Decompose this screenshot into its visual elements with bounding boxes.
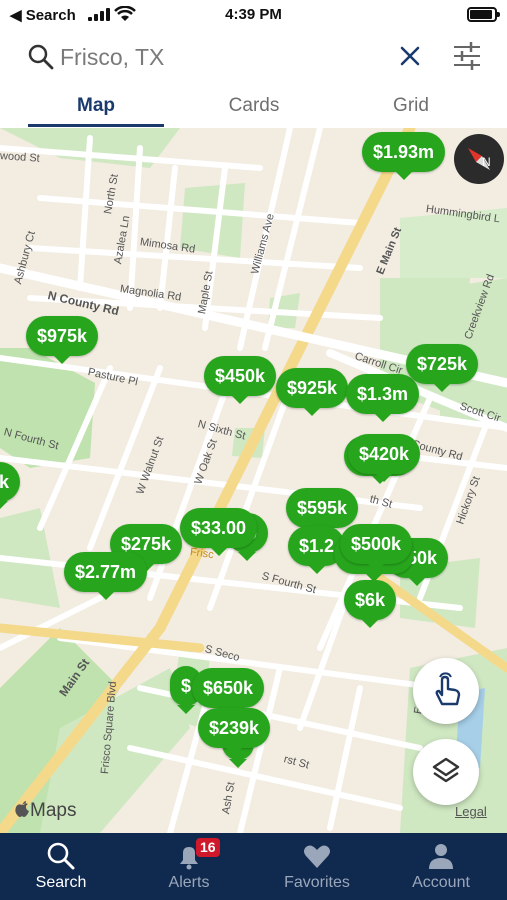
tab-grid[interactable]: Grid [341, 95, 481, 117]
listing-price-pin[interactable]: $239k [198, 708, 271, 756]
bottom-tab-bar: Search 16 Alerts Favorites Account [0, 833, 507, 900]
listing-price-pin[interactable]: $420k [348, 434, 421, 482]
draw-search-button[interactable] [413, 658, 479, 724]
tab-search-label: Search [35, 874, 87, 891]
listing-price-pin[interactable]: $925k [276, 368, 349, 416]
listing-price-pin[interactable]: $650k [192, 668, 265, 716]
tab-account-label: Account [412, 874, 470, 891]
tab-favorites[interactable]: Favorites [262, 833, 372, 900]
maps-label: Maps [30, 800, 77, 821]
svg-text:N: N [482, 155, 491, 169]
listing-price-pin[interactable]: $725k [406, 344, 479, 392]
tab-cards[interactable]: Cards [184, 95, 324, 117]
status-bar: ◀ Search 4:39 PM [0, 0, 507, 30]
alerts-count-badge: 16 [196, 838, 220, 857]
listing-price-pin[interactable]: $6k [344, 580, 397, 628]
status-time: 4:39 PM [225, 6, 282, 23]
listing-price-pin[interactable]: $975k [26, 316, 99, 364]
battery-icon [467, 7, 500, 22]
listing-price-pin[interactable]: $2.77m [64, 552, 148, 600]
map-view[interactable]: wood St North St Ashbury Ct Azalea Ln Mi… [0, 128, 507, 833]
active-tab-indicator [28, 124, 164, 127]
filter-sliders-icon[interactable] [452, 41, 482, 71]
listing-price-pin[interactable]: $33.00 [180, 508, 258, 556]
search-icon [28, 44, 54, 70]
layers-icon [432, 757, 460, 783]
tab-map[interactable]: Map [26, 95, 166, 117]
legal-link[interactable]: Legal [455, 804, 487, 819]
tab-favorites-label: Favorites [284, 874, 350, 891]
close-icon[interactable] [398, 44, 422, 68]
person-icon [429, 844, 453, 869]
tab-alerts[interactable]: 16 Alerts [134, 833, 244, 900]
listing-price-pin[interactable]: $450k [204, 356, 277, 404]
compass-icon[interactable]: N [454, 134, 504, 184]
search-icon [47, 842, 75, 870]
listing-price-pin[interactable]: $595k [286, 488, 359, 536]
apple-logo-icon [15, 801, 29, 817]
search-input[interactable]: Frisco, TX [60, 44, 164, 71]
map-layers-button[interactable] [413, 739, 479, 805]
apple-maps-logo: Maps [14, 800, 76, 822]
heart-icon [304, 845, 330, 868]
tab-account[interactable]: Account [386, 833, 496, 900]
search-bar: Frisco, TX [0, 30, 507, 88]
listing-price-pin[interactable]: $1.93m [362, 132, 446, 180]
view-tabs: Map Cards Grid [0, 88, 507, 128]
tab-search[interactable]: Search [6, 833, 116, 900]
tab-alerts-label: Alerts [168, 874, 210, 891]
listing-price-pin[interactable]: $500k [340, 524, 413, 572]
hand-pointer-icon [435, 672, 461, 706]
listing-price-pin[interactable]: $1.3m [346, 374, 420, 422]
